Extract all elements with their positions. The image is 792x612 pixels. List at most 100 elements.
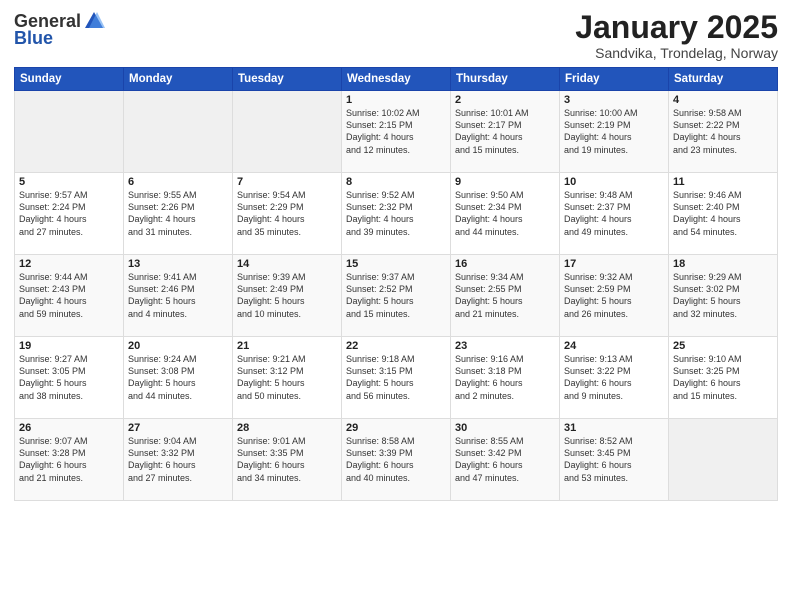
table-row: 15Sunrise: 9:37 AM Sunset: 2:52 PM Dayli… bbox=[342, 255, 451, 337]
th-monday: Monday bbox=[124, 68, 233, 91]
table-row: 4Sunrise: 9:58 AM Sunset: 2:22 PM Daylig… bbox=[669, 91, 778, 173]
day-number: 25 bbox=[673, 340, 773, 352]
day-number: 10 bbox=[564, 176, 664, 188]
day-info: Sunrise: 9:57 AM Sunset: 2:24 PM Dayligh… bbox=[19, 189, 119, 238]
day-info: Sunrise: 9:54 AM Sunset: 2:29 PM Dayligh… bbox=[237, 189, 337, 238]
day-number: 29 bbox=[346, 422, 446, 434]
day-info: Sunrise: 9:58 AM Sunset: 2:22 PM Dayligh… bbox=[673, 107, 773, 156]
table-row: 27Sunrise: 9:04 AM Sunset: 3:32 PM Dayli… bbox=[124, 419, 233, 501]
table-row: 1Sunrise: 10:02 AM Sunset: 2:15 PM Dayli… bbox=[342, 91, 451, 173]
day-info: Sunrise: 9:01 AM Sunset: 3:35 PM Dayligh… bbox=[237, 435, 337, 484]
table-row: 21Sunrise: 9:21 AM Sunset: 3:12 PM Dayli… bbox=[233, 337, 342, 419]
th-thursday: Thursday bbox=[451, 68, 560, 91]
day-info: Sunrise: 8:52 AM Sunset: 3:45 PM Dayligh… bbox=[564, 435, 664, 484]
day-info: Sunrise: 9:37 AM Sunset: 2:52 PM Dayligh… bbox=[346, 271, 446, 320]
day-info: Sunrise: 9:04 AM Sunset: 3:32 PM Dayligh… bbox=[128, 435, 228, 484]
week-row-1: 5Sunrise: 9:57 AM Sunset: 2:24 PM Daylig… bbox=[15, 173, 778, 255]
table-row: 18Sunrise: 9:29 AM Sunset: 3:02 PM Dayli… bbox=[669, 255, 778, 337]
calendar-location: Sandvika, Trondelag, Norway bbox=[575, 45, 778, 61]
day-number: 22 bbox=[346, 340, 446, 352]
table-row: 20Sunrise: 9:24 AM Sunset: 3:08 PM Dayli… bbox=[124, 337, 233, 419]
logo-blue-text: Blue bbox=[14, 28, 53, 49]
table-row: 29Sunrise: 8:58 AM Sunset: 3:39 PM Dayli… bbox=[342, 419, 451, 501]
table-row: 19Sunrise: 9:27 AM Sunset: 3:05 PM Dayli… bbox=[15, 337, 124, 419]
day-number: 21 bbox=[237, 340, 337, 352]
header: General Blue January 2025 Sandvika, Tron… bbox=[14, 10, 778, 61]
day-info: Sunrise: 8:55 AM Sunset: 3:42 PM Dayligh… bbox=[455, 435, 555, 484]
day-info: Sunrise: 9:50 AM Sunset: 2:34 PM Dayligh… bbox=[455, 189, 555, 238]
logo-icon bbox=[83, 10, 105, 32]
table-row: 9Sunrise: 9:50 AM Sunset: 2:34 PM Daylig… bbox=[451, 173, 560, 255]
table-row: 8Sunrise: 9:52 AM Sunset: 2:32 PM Daylig… bbox=[342, 173, 451, 255]
table-row: 16Sunrise: 9:34 AM Sunset: 2:55 PM Dayli… bbox=[451, 255, 560, 337]
day-number: 6 bbox=[128, 176, 228, 188]
th-wednesday: Wednesday bbox=[342, 68, 451, 91]
day-info: Sunrise: 9:39 AM Sunset: 2:49 PM Dayligh… bbox=[237, 271, 337, 320]
day-number: 8 bbox=[346, 176, 446, 188]
th-sunday: Sunday bbox=[15, 68, 124, 91]
table-row: 5Sunrise: 9:57 AM Sunset: 2:24 PM Daylig… bbox=[15, 173, 124, 255]
day-info: Sunrise: 9:46 AM Sunset: 2:40 PM Dayligh… bbox=[673, 189, 773, 238]
table-row: 24Sunrise: 9:13 AM Sunset: 3:22 PM Dayli… bbox=[560, 337, 669, 419]
day-info: Sunrise: 9:10 AM Sunset: 3:25 PM Dayligh… bbox=[673, 353, 773, 402]
table-row: 2Sunrise: 10:01 AM Sunset: 2:17 PM Dayli… bbox=[451, 91, 560, 173]
day-number: 2 bbox=[455, 94, 555, 106]
day-number: 14 bbox=[237, 258, 337, 270]
day-number: 1 bbox=[346, 94, 446, 106]
day-info: Sunrise: 9:29 AM Sunset: 3:02 PM Dayligh… bbox=[673, 271, 773, 320]
table-row: 22Sunrise: 9:18 AM Sunset: 3:15 PM Dayli… bbox=[342, 337, 451, 419]
day-number: 11 bbox=[673, 176, 773, 188]
day-number: 13 bbox=[128, 258, 228, 270]
table-row: 6Sunrise: 9:55 AM Sunset: 2:26 PM Daylig… bbox=[124, 173, 233, 255]
day-info: Sunrise: 9:21 AM Sunset: 3:12 PM Dayligh… bbox=[237, 353, 337, 402]
day-number: 27 bbox=[128, 422, 228, 434]
week-row-0: 1Sunrise: 10:02 AM Sunset: 2:15 PM Dayli… bbox=[15, 91, 778, 173]
table-row: 12Sunrise: 9:44 AM Sunset: 2:43 PM Dayli… bbox=[15, 255, 124, 337]
day-number: 17 bbox=[564, 258, 664, 270]
day-info: Sunrise: 10:01 AM Sunset: 2:17 PM Daylig… bbox=[455, 107, 555, 156]
week-row-4: 26Sunrise: 9:07 AM Sunset: 3:28 PM Dayli… bbox=[15, 419, 778, 501]
table-row: 23Sunrise: 9:16 AM Sunset: 3:18 PM Dayli… bbox=[451, 337, 560, 419]
day-number: 20 bbox=[128, 340, 228, 352]
table-row bbox=[669, 419, 778, 501]
day-number: 3 bbox=[564, 94, 664, 106]
day-info: Sunrise: 9:07 AM Sunset: 3:28 PM Dayligh… bbox=[19, 435, 119, 484]
day-number: 15 bbox=[346, 258, 446, 270]
calendar-table: Sunday Monday Tuesday Wednesday Thursday… bbox=[14, 67, 778, 501]
table-row: 14Sunrise: 9:39 AM Sunset: 2:49 PM Dayli… bbox=[233, 255, 342, 337]
day-info: Sunrise: 10:02 AM Sunset: 2:15 PM Daylig… bbox=[346, 107, 446, 156]
day-info: Sunrise: 9:52 AM Sunset: 2:32 PM Dayligh… bbox=[346, 189, 446, 238]
page: General Blue January 2025 Sandvika, Tron… bbox=[0, 0, 792, 612]
table-row bbox=[15, 91, 124, 173]
table-row: 31Sunrise: 8:52 AM Sunset: 3:45 PM Dayli… bbox=[560, 419, 669, 501]
th-tuesday: Tuesday bbox=[233, 68, 342, 91]
day-number: 7 bbox=[237, 176, 337, 188]
table-row: 26Sunrise: 9:07 AM Sunset: 3:28 PM Dayli… bbox=[15, 419, 124, 501]
calendar-title: January 2025 bbox=[575, 10, 778, 45]
table-row: 17Sunrise: 9:32 AM Sunset: 2:59 PM Dayli… bbox=[560, 255, 669, 337]
day-number: 23 bbox=[455, 340, 555, 352]
day-number: 12 bbox=[19, 258, 119, 270]
day-number: 24 bbox=[564, 340, 664, 352]
day-number: 26 bbox=[19, 422, 119, 434]
table-row: 30Sunrise: 8:55 AM Sunset: 3:42 PM Dayli… bbox=[451, 419, 560, 501]
weekday-header-row: Sunday Monday Tuesday Wednesday Thursday… bbox=[15, 68, 778, 91]
day-info: Sunrise: 9:48 AM Sunset: 2:37 PM Dayligh… bbox=[564, 189, 664, 238]
day-info: Sunrise: 9:18 AM Sunset: 3:15 PM Dayligh… bbox=[346, 353, 446, 402]
table-row: 25Sunrise: 9:10 AM Sunset: 3:25 PM Dayli… bbox=[669, 337, 778, 419]
day-info: Sunrise: 9:24 AM Sunset: 3:08 PM Dayligh… bbox=[128, 353, 228, 402]
day-info: Sunrise: 9:55 AM Sunset: 2:26 PM Dayligh… bbox=[128, 189, 228, 238]
th-saturday: Saturday bbox=[669, 68, 778, 91]
table-row: 28Sunrise: 9:01 AM Sunset: 3:35 PM Dayli… bbox=[233, 419, 342, 501]
title-block: January 2025 Sandvika, Trondelag, Norway bbox=[575, 10, 778, 61]
day-number: 5 bbox=[19, 176, 119, 188]
day-info: Sunrise: 9:34 AM Sunset: 2:55 PM Dayligh… bbox=[455, 271, 555, 320]
day-number: 9 bbox=[455, 176, 555, 188]
day-info: Sunrise: 9:16 AM Sunset: 3:18 PM Dayligh… bbox=[455, 353, 555, 402]
day-info: Sunrise: 9:44 AM Sunset: 2:43 PM Dayligh… bbox=[19, 271, 119, 320]
week-row-3: 19Sunrise: 9:27 AM Sunset: 3:05 PM Dayli… bbox=[15, 337, 778, 419]
table-row: 13Sunrise: 9:41 AM Sunset: 2:46 PM Dayli… bbox=[124, 255, 233, 337]
table-row: 7Sunrise: 9:54 AM Sunset: 2:29 PM Daylig… bbox=[233, 173, 342, 255]
day-info: Sunrise: 9:41 AM Sunset: 2:46 PM Dayligh… bbox=[128, 271, 228, 320]
day-number: 16 bbox=[455, 258, 555, 270]
